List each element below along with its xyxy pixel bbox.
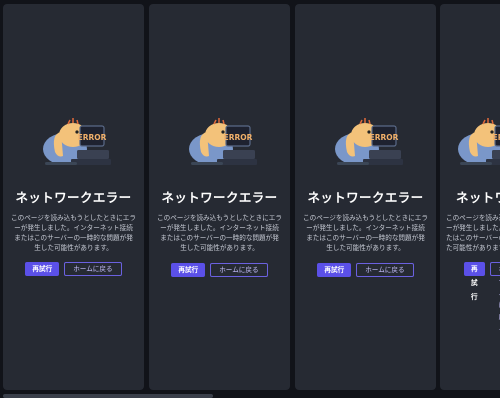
- action-buttons: 再試行 ホームに戻る: [295, 263, 436, 277]
- error-screen-text: ERROR: [369, 133, 398, 142]
- action-buttons: 再試行 ホームに戻る: [3, 262, 144, 276]
- error-screen-text: ERROR: [77, 133, 106, 142]
- elephant-computer-error-illustration: ERROR: [42, 118, 111, 165]
- error-panel: ERROR ネットワークエラー このページを読み込もうとしたときにエラーが発生し…: [3, 4, 144, 390]
- error-description: このページを読み込もうとしたときにエラーが発生しました。インターネット接続または…: [157, 214, 282, 252]
- error-description: このページを読み込もうとしたときにエラーが発生しました。インターネット接続または…: [303, 214, 428, 252]
- error-title: ネットワークエラー: [307, 190, 424, 205]
- retry-button[interactable]: 再試行: [317, 263, 352, 277]
- error-title: ネットワークエラー: [15, 190, 132, 205]
- action-buttons: 再試行 ホームに戻る: [149, 263, 290, 277]
- error-panel: ERROR ネットワークエラー このページを読み込もうとしたときにエラーが発生し…: [149, 4, 290, 390]
- error-title: ネットワークエラー: [161, 190, 278, 205]
- home-button[interactable]: ホームに戻る: [210, 263, 268, 277]
- elephant-computer-error-illustration: ERROR: [458, 118, 500, 165]
- viewport: ERROR ネットワークエラー このページを読み込もうとしたときにエラーが発生し…: [0, 0, 500, 398]
- retry-button[interactable]: 再試行: [171, 263, 206, 277]
- error-screen-text: ERROR: [493, 133, 500, 142]
- error-panel: ERROR ネットワークエラー このページを読み込もうとしたときにエラーが発生し…: [440, 4, 500, 390]
- error-panel: ERROR ネットワークエラー このページを読み込もうとしたときにエラーが発生し…: [295, 4, 436, 390]
- action-buttons: 再試行 ホームに戻る: [464, 262, 500, 333]
- error-screen-text: ERROR: [223, 133, 252, 142]
- home-button[interactable]: ホームに戻る: [489, 262, 500, 333]
- retry-button[interactable]: 再試行: [25, 262, 60, 276]
- elephant-computer-error-illustration: ERROR: [334, 118, 403, 165]
- home-button[interactable]: ホームに戻る: [356, 263, 414, 277]
- retry-button[interactable]: 再試行: [464, 262, 485, 301]
- home-button[interactable]: ホームに戻る: [64, 262, 122, 276]
- error-description: このページを読み込もうとしたときにエラーが発生しました。インターネット接続または…: [446, 214, 500, 252]
- error-description: このページを読み込もうとしたときにエラーが発生しました。インターネット接続または…: [11, 214, 136, 252]
- error-title: ネットワークエラー: [456, 190, 500, 205]
- elephant-computer-error-illustration: ERROR: [188, 118, 257, 165]
- horizontal-scrollbar[interactable]: [3, 394, 213, 398]
